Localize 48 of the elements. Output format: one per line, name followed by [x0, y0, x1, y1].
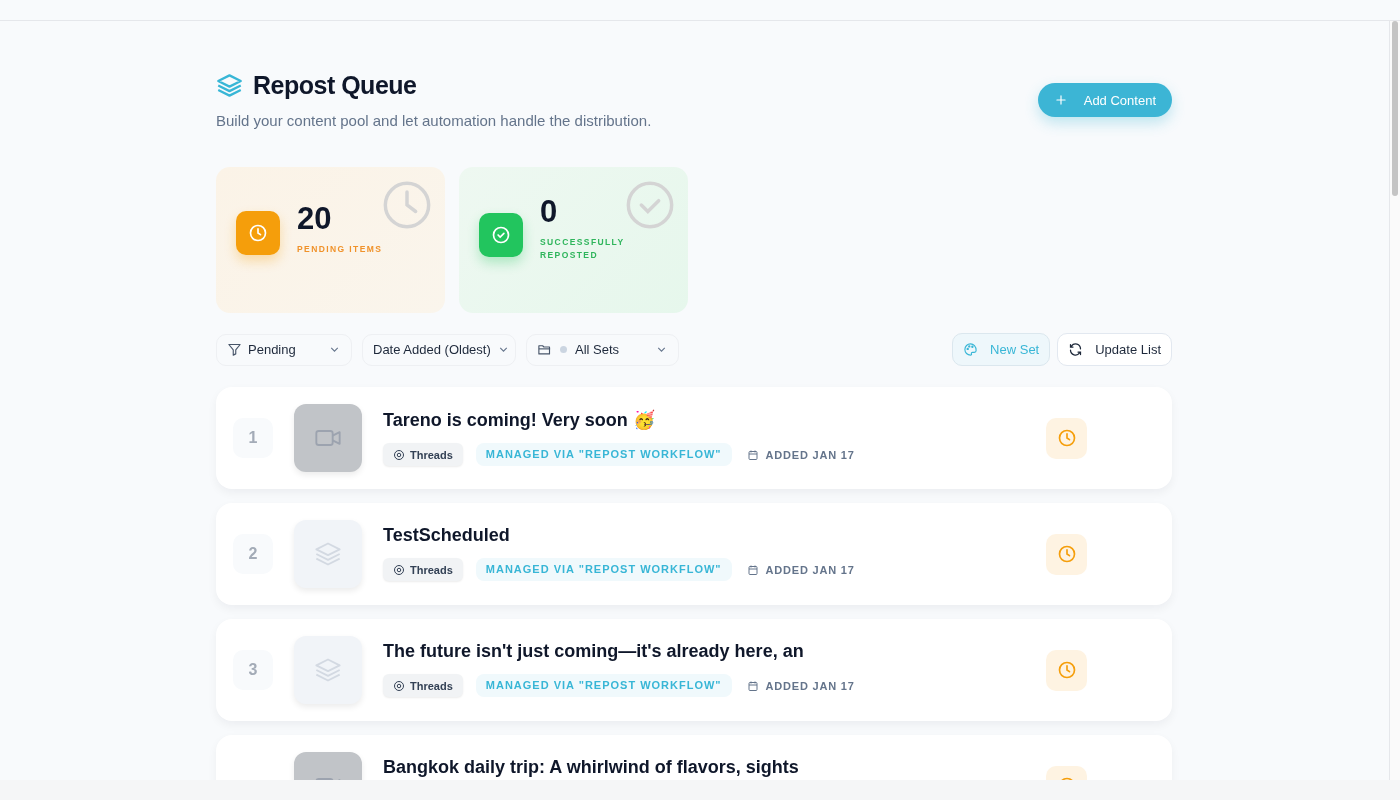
item-number: 2 — [233, 534, 273, 574]
folder-icon — [537, 342, 552, 357]
workflow-tag: MANAGED VIA "REPOST WORKFLOW" — [475, 443, 732, 466]
item-title: Tareno is coming! Very soon 🥳 — [383, 409, 656, 431]
stat-icon — [479, 213, 523, 257]
added-date: ADDED JAN 17 — [765, 448, 855, 461]
item-number: 3 — [233, 650, 273, 690]
queue-item[interactable]: 2 TestScheduled Threads MANAGED VIA "REPOST WORKFLOW" ADDED JAN 17 — [216, 503, 1172, 605]
check-circle-icon — [624, 179, 676, 231]
stat-label: SUCCESSFULLY REPOSTED — [540, 236, 626, 262]
status-dropdown[interactable]: Pending — [216, 333, 352, 366]
item-title: TestScheduled — [383, 525, 511, 546]
workflow-tag: MANAGED VIA "REPOST WORKFLOW" — [475, 558, 732, 581]
queue-item[interactable]: 3 The future isn't just coming—it's already here, an Threads MANAGED VIA "REPOST WORKFLOW" ADDED JAN 17 — [216, 619, 1172, 721]
plus-icon — [1053, 93, 1068, 107]
palette-icon — [963, 342, 979, 357]
stat-icon — [236, 211, 280, 255]
set-dropdown[interactable]: All Sets — [526, 333, 679, 366]
scrollbar-thumb[interactable] — [1392, 21, 1398, 196]
added-date: ADDED JAN 17 — [765, 679, 855, 692]
calendar-icon — [746, 563, 759, 576]
layers-icon — [216, 72, 243, 99]
stat-value: 20 — [297, 200, 333, 237]
platform-tag: Threads — [383, 443, 463, 466]
update-list-button[interactable]: Update List — [1057, 333, 1172, 366]
stat-value: 0 — [540, 194, 559, 230]
threads-icon — [393, 563, 405, 576]
queue-item[interactable]: Bangkok daily trip: A whirlwind of flavors, sights — [216, 735, 1172, 780]
workflow-tag: MANAGED VIA "REPOST WORKFLOW" — [475, 674, 732, 697]
item-number: 1 — [233, 418, 273, 458]
refresh-icon — [1068, 342, 1084, 357]
set-dot — [560, 346, 567, 353]
page-subtitle: Build your content pool and let automation handle the distribution. — [216, 112, 652, 129]
item-title: The future isn't just coming—it's already here, an — [383, 641, 805, 662]
sort-dropdown[interactable]: Date Added (Oldest) — [362, 333, 516, 366]
threads-icon — [393, 448, 405, 461]
calendar-icon — [746, 679, 759, 692]
platform-tag: Threads — [383, 674, 463, 697]
stat-label: PENDING ITEMS — [297, 242, 384, 256]
page-title: Repost Queue — [253, 71, 417, 100]
item-title: Bangkok daily trip: A whirlwind of flavors, sights — [383, 757, 800, 778]
threads-icon — [393, 679, 405, 692]
calendar-icon — [746, 448, 759, 461]
added-date: ADDED JAN 17 — [765, 563, 855, 576]
platform-tag: Threads — [383, 558, 463, 581]
queue-item[interactable]: 1 Tareno is coming! Very soon 🥳 Threads MANAGED VIA "REPOST WORKFLOW" ADDED JAN 17 — [216, 387, 1172, 489]
clock-icon — [381, 179, 433, 231]
filter-icon — [227, 342, 242, 357]
